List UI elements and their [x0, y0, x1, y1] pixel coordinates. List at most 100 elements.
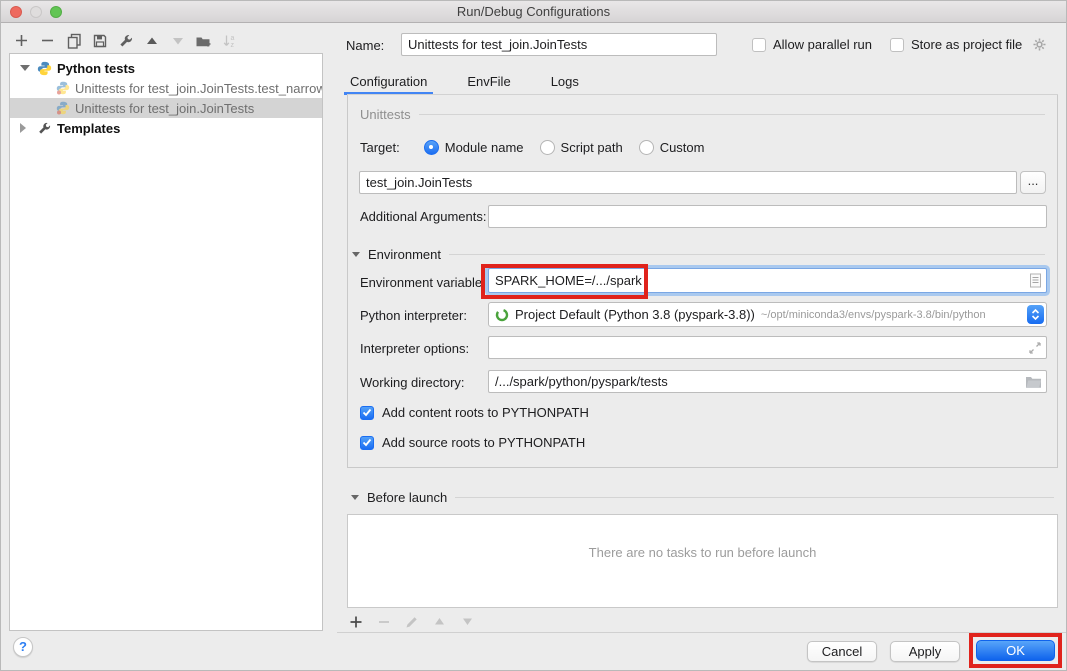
- move-up-icon[interactable]: [143, 32, 160, 49]
- environment-variables-input[interactable]: [489, 273, 1029, 288]
- config-tabs: Configuration EnvFile Logs: [347, 69, 582, 95]
- unittests-group-label: Unittests: [360, 107, 411, 122]
- additional-arguments-label: Additional Arguments:: [360, 209, 486, 224]
- python-run-config-icon: [56, 101, 70, 115]
- tree-item-label: Templates: [57, 121, 120, 136]
- edit-variables-icon[interactable]: [1029, 273, 1042, 288]
- add-icon[interactable]: [13, 32, 30, 49]
- configuration-panel: Unittests Target: Module name Script pat…: [347, 95, 1058, 468]
- interpreter-options-field[interactable]: [488, 336, 1047, 359]
- copy-icon[interactable]: [65, 32, 82, 49]
- titlebar: Run/Debug Configurations: [1, 1, 1066, 23]
- expand-field-icon[interactable]: [1028, 341, 1042, 355]
- sort-alphabetically-icon[interactable]: az: [221, 32, 238, 49]
- python-interpreter-label: Python interpreter:: [360, 308, 467, 323]
- tree-item-label: Unittests for test_join.JoinTests.test_n…: [75, 81, 323, 96]
- cancel-button[interactable]: Cancel: [807, 641, 877, 662]
- move-task-down-icon[interactable]: [459, 613, 476, 630]
- radio-label: Module name: [445, 140, 524, 155]
- radio-unselected-icon[interactable]: [639, 140, 654, 155]
- checkbox-checked-icon[interactable]: [360, 436, 374, 450]
- environment-section-label: Environment: [368, 247, 441, 262]
- svg-text:a: a: [230, 35, 234, 42]
- radio-module-name[interactable]: Module name: [424, 140, 524, 155]
- svg-text:z: z: [230, 42, 234, 49]
- tree-item-unittests-jointests[interactable]: Unittests for test_join.JoinTests: [10, 98, 322, 118]
- checkbox-unchecked-icon[interactable]: [752, 38, 766, 52]
- tab-logs[interactable]: Logs: [548, 69, 582, 95]
- new-folder-icon[interactable]: [195, 32, 212, 49]
- collapse-icon[interactable]: [351, 495, 359, 500]
- before-launch-task-list[interactable]: There are no tasks to run before launch: [347, 514, 1058, 608]
- window-title: Run/Debug Configurations: [1, 4, 1066, 19]
- move-task-up-icon[interactable]: [431, 613, 448, 630]
- store-as-project-file-checkbox[interactable]: Store as project file: [890, 37, 1022, 52]
- browse-button[interactable]: ...: [1020, 171, 1046, 194]
- remove-icon[interactable]: [39, 32, 56, 49]
- interpreter-options-label: Interpreter options:: [360, 341, 469, 356]
- environment-variables-label: Environment variables:: [360, 275, 492, 290]
- dropdown-arrows-icon[interactable]: [1027, 305, 1044, 324]
- target-row: Target: Module name Script path Custom: [360, 137, 704, 157]
- collapse-icon[interactable]: [352, 252, 360, 257]
- before-launch-header[interactable]: Before launch: [351, 490, 1054, 505]
- unittests-group-header: Unittests: [360, 107, 1045, 122]
- tab-configuration[interactable]: Configuration: [347, 69, 430, 95]
- additional-arguments-field[interactable]: [488, 205, 1047, 228]
- python-interpreter-value: Project Default (Python 3.8 (pyspark-3.8…: [515, 307, 755, 322]
- help-button[interactable]: ?: [13, 637, 33, 657]
- save-icon[interactable]: [91, 32, 108, 49]
- apply-button[interactable]: Apply: [890, 641, 960, 662]
- add-source-roots-checkbox[interactable]: Add source roots to PYTHONPATH: [360, 435, 585, 450]
- environment-section-header[interactable]: Environment: [352, 247, 1045, 262]
- remove-task-icon[interactable]: [375, 613, 392, 630]
- radio-label: Script path: [561, 140, 623, 155]
- expand-icon[interactable]: [20, 123, 30, 133]
- working-directory-label: Working directory:: [360, 375, 465, 390]
- add-content-roots-checkbox[interactable]: Add content roots to PYTHONPATH: [360, 405, 589, 420]
- module-name-field[interactable]: [359, 171, 1017, 194]
- working-directory-input[interactable]: [489, 374, 1025, 389]
- python-interpreter-path: ~/opt/miniconda3/envs/pyspark-3.8/bin/py…: [761, 309, 986, 321]
- templates-wrench-icon: [37, 121, 52, 136]
- edit-templates-icon[interactable]: [117, 32, 134, 49]
- allow-parallel-run-checkbox[interactable]: Allow parallel run: [752, 37, 872, 52]
- radio-label: Custom: [660, 140, 705, 155]
- python-interpreter-select[interactable]: Project Default (Python 3.8 (pyspark-3.8…: [488, 302, 1047, 327]
- ok-button[interactable]: OK: [976, 640, 1055, 661]
- add-content-roots-label: Add content roots to PYTHONPATH: [382, 405, 589, 420]
- configurations-toolbar: az: [13, 32, 238, 49]
- before-launch-empty-text: There are no tasks to run before launch: [348, 545, 1057, 560]
- tab-envfile[interactable]: EnvFile: [464, 69, 513, 95]
- name-label: Name:: [346, 38, 384, 53]
- collapse-icon[interactable]: [20, 65, 30, 71]
- allow-parallel-run-label: Allow parallel run: [773, 37, 872, 52]
- radio-selected-icon[interactable]: [424, 140, 439, 155]
- working-directory-field[interactable]: [488, 370, 1047, 393]
- tree-item-templates[interactable]: Templates: [10, 118, 322, 138]
- checkbox-checked-icon[interactable]: [360, 406, 374, 420]
- before-launch-toolbar: [347, 613, 476, 630]
- divider: [337, 632, 1067, 633]
- interpreter-options-input[interactable]: [489, 340, 1028, 355]
- move-down-icon[interactable]: [169, 32, 186, 49]
- edit-task-icon[interactable]: [403, 613, 420, 630]
- divider: [419, 114, 1045, 115]
- store-as-project-file-label: Store as project file: [911, 37, 1022, 52]
- gear-icon[interactable]: [1032, 37, 1047, 52]
- folder-icon[interactable]: [1025, 375, 1042, 388]
- radio-custom[interactable]: Custom: [639, 140, 705, 155]
- conda-environment-icon: [495, 308, 509, 322]
- radio-unselected-icon[interactable]: [540, 140, 555, 155]
- tree-item-unittests-test-narrow[interactable]: Unittests for test_join.JoinTests.test_n…: [10, 78, 322, 98]
- name-input[interactable]: [401, 33, 717, 56]
- radio-script-path[interactable]: Script path: [540, 140, 623, 155]
- tree-item-python-tests[interactable]: Python tests: [10, 58, 322, 78]
- target-radio-group: Module name Script path Custom: [424, 140, 705, 155]
- python-tests-icon: [37, 61, 52, 76]
- checkbox-unchecked-icon[interactable]: [890, 38, 904, 52]
- tree-item-label: Unittests for test_join.JoinTests: [75, 101, 254, 116]
- environment-variables-field[interactable]: [488, 268, 1047, 293]
- add-task-icon[interactable]: [347, 613, 364, 630]
- divider: [455, 497, 1054, 498]
